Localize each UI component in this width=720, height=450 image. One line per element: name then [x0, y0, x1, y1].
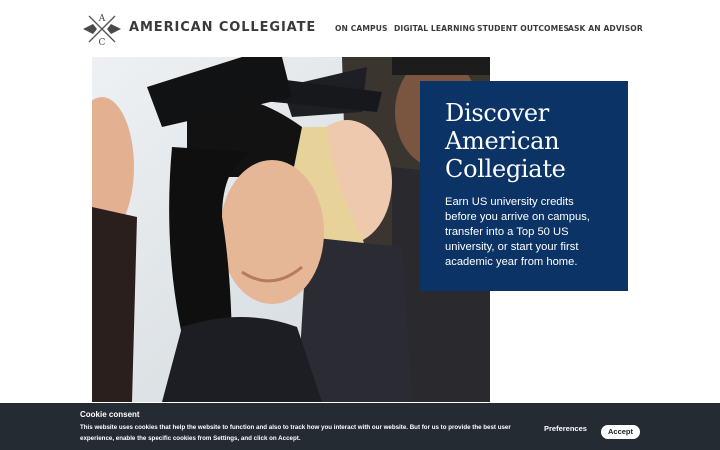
logo-letter-c: C [99, 38, 106, 47]
nav-on-campus[interactable]: ON CAMPUS [335, 24, 388, 33]
logo-letter-a: A [98, 14, 106, 24]
hero-card: Discover American Collegiate Earn US uni… [420, 81, 628, 291]
cookie-accept-button[interactable]: Accept [601, 425, 640, 439]
hero-description: Earn US university credits before you ar… [445, 196, 590, 268]
nav-ask-an-advisor[interactable]: ASK AN ADVISOR [568, 24, 643, 33]
hero-title: Discover American Collegiate [445, 99, 566, 183]
main-nav: ON CAMPUS DIGITAL LEARNING STUDENT OUTCO… [0, 24, 720, 36]
cookie-preferences-button[interactable]: Preferences [544, 424, 587, 433]
cookie-text: This website uses cookies that help the … [80, 424, 511, 442]
cookie-title: Cookie consent [80, 410, 140, 419]
nav-student-outcomes[interactable]: STUDENT OUTCOMES [477, 24, 569, 33]
nav-digital-learning[interactable]: DIGITAL LEARNING [394, 24, 475, 33]
